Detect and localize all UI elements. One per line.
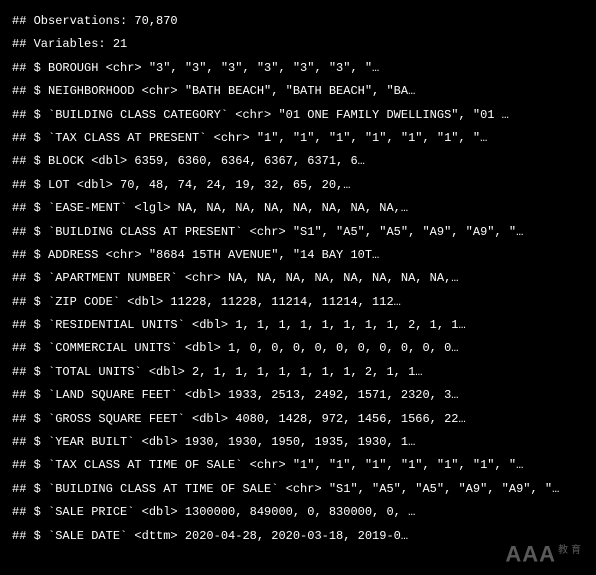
column-line: ## $ `ZIP CODE` <dbl> 11228, 11228, 1121… [12, 291, 584, 314]
column-line: ## $ `SALE DATE` <dttm> 2020-04-28, 2020… [12, 525, 584, 548]
variables-line: ## Variables: 21 [12, 33, 584, 56]
watermark-main: AAA [505, 541, 556, 566]
column-line: ## $ LOT <dbl> 70, 48, 74, 24, 19, 32, 6… [12, 174, 584, 197]
column-line: ## $ `APARTMENT NUMBER` <chr> NA, NA, NA… [12, 267, 584, 290]
column-line: ## $ `LAND SQUARE FEET` <dbl> 1933, 2513… [12, 384, 584, 407]
column-line: ## $ `BUILDING CLASS CATEGORY` <chr> "01… [12, 104, 584, 127]
column-line: ## $ `TAX CLASS AT TIME OF SALE` <chr> "… [12, 454, 584, 477]
column-line: ## $ ADDRESS <chr> "8684 15TH AVENUE", "… [12, 244, 584, 267]
column-line: ## $ BLOCK <dbl> 6359, 6360, 6364, 6367,… [12, 150, 584, 173]
column-line: ## $ `BUILDING CLASS AT TIME OF SALE` <c… [12, 478, 584, 501]
column-line: ## $ `YEAR BUILT` <dbl> 1930, 1930, 1950… [12, 431, 584, 454]
columns-list: ## $ BOROUGH <chr> "3", "3", "3", "3", "… [12, 57, 584, 548]
column-line: ## $ `BUILDING CLASS AT PRESENT` <chr> "… [12, 221, 584, 244]
watermark-logo: AAA教育 [505, 541, 584, 567]
column-line: ## $ `RESIDENTIAL UNITS` <dbl> 1, 1, 1, … [12, 314, 584, 337]
observations-line: ## Observations: 70,870 [12, 10, 584, 33]
column-line: ## $ `TOTAL UNITS` <dbl> 2, 1, 1, 1, 1, … [12, 361, 584, 384]
column-line: ## $ `COMMERCIAL UNITS` <dbl> 1, 0, 0, 0… [12, 337, 584, 360]
column-line: ## $ `EASE-MENT` <lgl> NA, NA, NA, NA, N… [12, 197, 584, 220]
column-line: ## $ NEIGHBORHOOD <chr> "BATH BEACH", "B… [12, 80, 584, 103]
column-line: ## $ `TAX CLASS AT PRESENT` <chr> "1", "… [12, 127, 584, 150]
column-line: ## $ `SALE PRICE` <dbl> 1300000, 849000,… [12, 501, 584, 524]
watermark-sub: 教育 [558, 545, 584, 556]
column-line: ## $ `GROSS SQUARE FEET` <dbl> 4080, 142… [12, 408, 584, 431]
r-glimpse-output: ## Observations: 70,870 ## Variables: 21… [0, 0, 596, 558]
column-line: ## $ BOROUGH <chr> "3", "3", "3", "3", "… [12, 57, 584, 80]
